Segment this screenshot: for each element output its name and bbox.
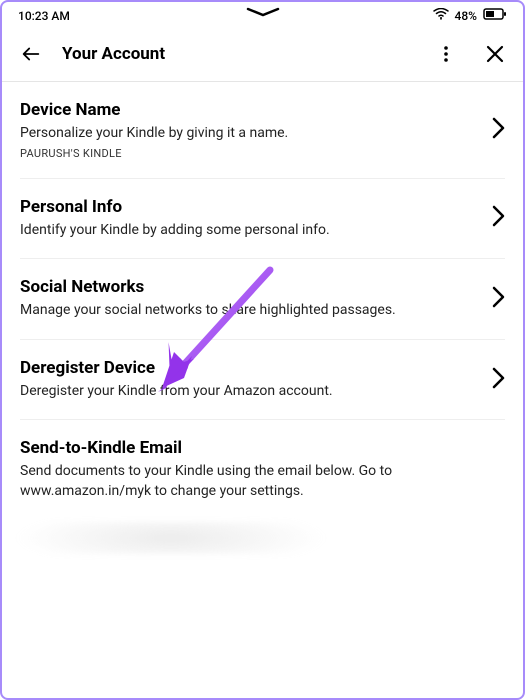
- chevron-right-icon: [492, 367, 505, 393]
- item-text: Personal Info Identify your Kindle by ad…: [20, 197, 480, 241]
- item-title: Deregister Device: [20, 358, 480, 378]
- item-text: Deregister Device Deregister your Kindle…: [20, 358, 480, 402]
- item-title: Send-to-Kindle Email: [20, 438, 505, 458]
- item-text: Send-to-Kindle Email Send documents to y…: [20, 438, 505, 501]
- status-bar: 10:23 AM 48%: [2, 2, 523, 27]
- item-send-to-kindle-email[interactable]: Send-to-Kindle Email Send documents to y…: [20, 420, 505, 519]
- battery-icon: [483, 8, 507, 23]
- header: Your Account: [2, 27, 523, 82]
- item-device-name[interactable]: Device Name Personalize your Kindle by g…: [20, 82, 505, 179]
- more-options-button[interactable]: [433, 41, 459, 67]
- item-title: Social Networks: [20, 277, 480, 297]
- page-title: Your Account: [62, 44, 417, 64]
- item-title: Device Name: [20, 100, 480, 120]
- close-button[interactable]: [481, 40, 509, 68]
- chevron-right-icon: [492, 205, 505, 231]
- item-desc: Send documents to your Kindle using the …: [20, 462, 505, 501]
- redaction-smudge: [16, 522, 326, 554]
- item-deregister-device[interactable]: Deregister Device Deregister your Kindle…: [20, 340, 505, 421]
- item-desc: Manage your social networks to share hig…: [20, 301, 480, 321]
- settings-list: Device Name Personalize your Kindle by g…: [2, 82, 523, 520]
- chevron-right-icon: [492, 286, 505, 312]
- wifi-icon: [433, 8, 449, 23]
- header-actions: [433, 40, 509, 68]
- item-social-networks[interactable]: Social Networks Manage your social netwo…: [20, 259, 505, 340]
- item-subtext: PAURUSH'S KINDLE: [20, 147, 480, 160]
- drag-handle-icon[interactable]: [246, 6, 280, 20]
- status-right: 48%: [433, 8, 507, 23]
- item-desc: Identify your Kindle by adding some pers…: [20, 221, 480, 241]
- item-text: Social Networks Manage your social netwo…: [20, 277, 480, 321]
- battery-percent: 48%: [455, 9, 477, 23]
- chevron-right-icon: [492, 117, 505, 143]
- item-desc: Deregister your Kindle from your Amazon …: [20, 382, 480, 402]
- status-time: 10:23 AM: [18, 9, 70, 23]
- item-title: Personal Info: [20, 197, 480, 217]
- item-personal-info[interactable]: Personal Info Identify your Kindle by ad…: [20, 179, 505, 260]
- item-text: Device Name Personalize your Kindle by g…: [20, 100, 480, 160]
- item-desc: Personalize your Kindle by giving it a n…: [20, 124, 480, 144]
- back-button[interactable]: [16, 39, 46, 69]
